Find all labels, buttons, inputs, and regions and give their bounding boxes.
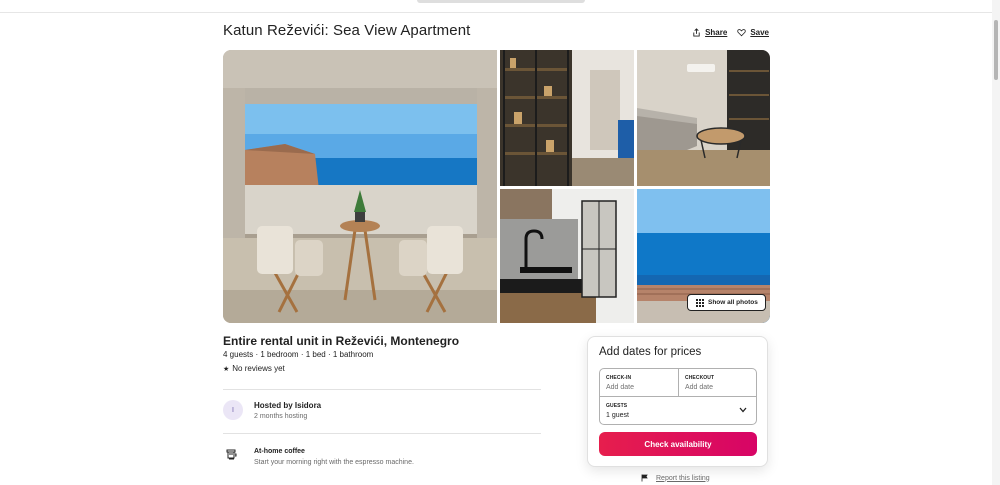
booking-title: Add dates for prices: [599, 346, 702, 358]
checkout-value: Add date: [685, 384, 714, 391]
listing-subtitle: Entire rental unit in Reževići, Monteneg…: [223, 334, 460, 348]
amenity-description: Start your morning right with the espres…: [254, 459, 414, 466]
date-guest-picker: CHECK-IN Add date CHECKOUT Add date GUES…: [599, 368, 757, 425]
host-tenure: 2 months hosting: [254, 412, 308, 420]
grid-icon: [696, 298, 704, 307]
photo-gallery: [223, 50, 770, 323]
reviews-summary: ★ No reviews yet: [223, 364, 285, 373]
shelving-hallway-photo[interactable]: [500, 50, 634, 186]
checkin-field[interactable]: CHECK-IN Add date: [600, 369, 679, 397]
browser-tab-strip: [417, 0, 585, 3]
report-listing-label: Report this listing: [656, 474, 710, 482]
balcony-sea-view-photo[interactable]: [223, 50, 497, 323]
share-icon: [693, 28, 700, 37]
listing-actions: Share Save: [692, 28, 769, 37]
amenity-name: At-home coffee: [254, 448, 305, 455]
header-divider: [0, 12, 992, 13]
share-button[interactable]: Share: [692, 28, 727, 37]
checkin-value: Add date: [606, 384, 635, 391]
host-summary: I Hosted by Isidora 2 months hosting: [223, 400, 321, 420]
booking-card: Add dates for prices CHECK-IN Add date C…: [587, 336, 768, 467]
listing-title: Katun Reževići: Sea View Apartment: [223, 22, 471, 39]
report-listing-link[interactable]: Report this listing: [641, 474, 710, 482]
listing-details: 4 guests · 1 bedroom · 1 bed · 1 bathroo…: [223, 350, 374, 359]
amenity-highlight: At-home coffee Start your morning right …: [226, 448, 414, 466]
share-label: Share: [705, 28, 728, 37]
chevron-down-icon: [739, 407, 747, 413]
section-divider: [223, 433, 541, 434]
checkout-field[interactable]: CHECKOUT Add date: [679, 369, 757, 397]
living-room-photo[interactable]: [637, 50, 770, 186]
save-label: Save: [750, 28, 769, 37]
checkout-label: CHECKOUT: [685, 375, 715, 381]
host-name: Hosted by Isidora: [254, 400, 322, 410]
avatar[interactable]: I: [223, 400, 243, 420]
check-availability-button[interactable]: Check availability: [599, 432, 757, 456]
star-icon: ★: [223, 365, 230, 373]
date-row: CHECK-IN Add date CHECKOUT Add date: [600, 369, 756, 397]
checkin-label: CHECK-IN: [606, 375, 632, 381]
guests-label: GUESTS: [606, 403, 628, 409]
show-all-photos-button[interactable]: Show all photos: [687, 294, 766, 311]
section-divider: [223, 389, 541, 390]
page-scrollbar[interactable]: [992, 0, 1000, 485]
reviews-text: No reviews yet: [232, 364, 285, 373]
guests-value: 1 guest: [606, 412, 629, 419]
kitchen-photo[interactable]: [500, 189, 634, 323]
show-all-photos-label: Show all photos: [708, 299, 758, 306]
heart-icon: [737, 29, 747, 37]
coffee-machine-icon: [226, 449, 237, 460]
save-button[interactable]: Save: [737, 28, 769, 37]
flag-icon: [641, 474, 648, 482]
guests-select[interactable]: GUESTS 1 guest: [600, 397, 756, 425]
scrollbar-thumb[interactable]: [994, 20, 998, 80]
